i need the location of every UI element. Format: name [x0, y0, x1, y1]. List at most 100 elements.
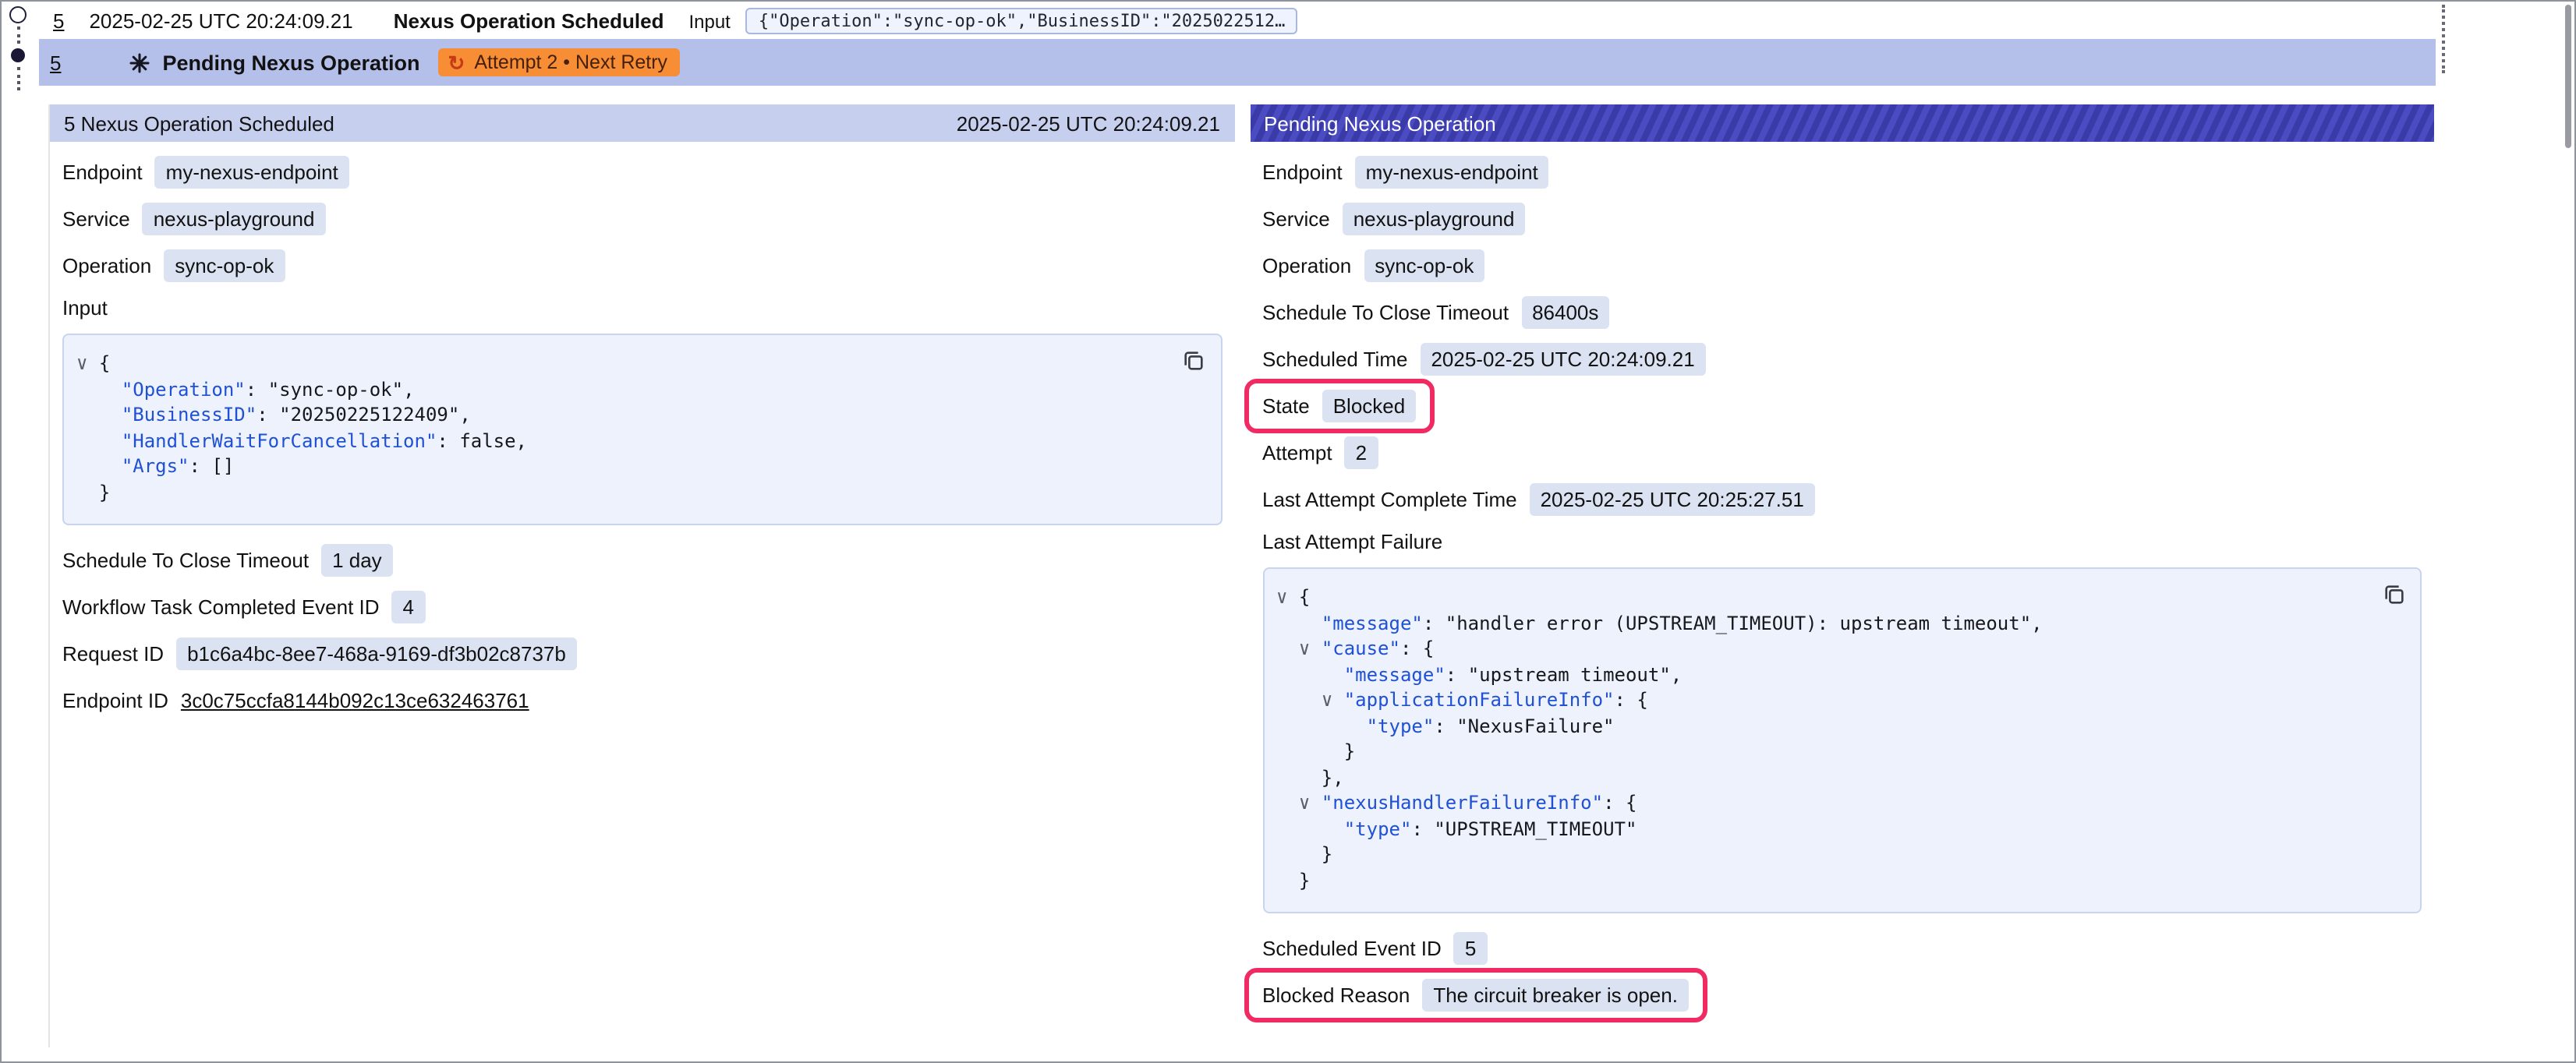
- json-text: [1276, 689, 1322, 711]
- copy-icon: [1182, 348, 1205, 372]
- retry-icon: ↻: [448, 52, 465, 72]
- field-value: sync-op-ok: [164, 249, 285, 282]
- collapse-chevron-icon[interactable]: ∨: [76, 352, 99, 374]
- field-label: Request ID: [62, 642, 164, 666]
- field-scheduled-time: Scheduled Time2025-02-25 UTC 20:24:09.21: [1262, 343, 2422, 376]
- collapse-chevron-icon[interactable]: ∨: [1322, 689, 1344, 711]
- event-timestamp: 2025-02-25 UTC 20:24:09.21: [89, 9, 352, 33]
- field-label: Operation: [62, 254, 151, 277]
- event-id-link[interactable]: 5: [50, 51, 61, 74]
- copy-button[interactable]: [1180, 346, 1208, 374]
- timeline-event-dot: [11, 48, 25, 62]
- retry-attempt-badge: ↻ Attempt 2 • Next Retry: [439, 48, 681, 76]
- json-text: "UPSTREAM_TIMEOUT": [1434, 818, 1637, 839]
- json-text: }: [1276, 869, 1310, 891]
- json-text: }: [76, 481, 110, 503]
- field-endpoint: Endpointmy-nexus-endpoint: [62, 156, 1222, 189]
- field-attempt: Attempt 2: [1262, 436, 2422, 469]
- field-label: Schedule To Close Timeout: [1262, 301, 1509, 324]
- event-title: Nexus Operation Scheduled: [394, 9, 664, 33]
- scrollbar[interactable]: [2560, 2, 2574, 1061]
- code-line: ∨ {: [1276, 584, 2376, 610]
- field-service: Servicenexus-playground: [1262, 203, 2422, 235]
- field-label: Schedule To Close Timeout: [62, 549, 309, 572]
- json-key: "Args": [122, 455, 189, 477]
- field-value: 1 day: [321, 544, 393, 577]
- field-label: Scheduled Event ID: [1262, 937, 1442, 960]
- field-value: 2: [1345, 436, 1378, 469]
- timeline-dotted-line: [17, 26, 20, 44]
- field-label: Attempt: [1262, 441, 1332, 464]
- json-text: :: [1411, 818, 1434, 839]
- panel-scheduled-body: Endpointmy-nexus-endpoint Servicenexus-pl…: [50, 142, 1234, 753]
- json-text: :: [1445, 663, 1468, 685]
- json-text: "NexusFailure": [1456, 715, 1614, 736]
- field-label: Endpoint ID: [62, 689, 168, 712]
- failure-section-label: Last Attempt Failure: [1262, 530, 2422, 553]
- code-line: "BusinessID": "20250225122409",: [76, 402, 1177, 428]
- code-line: }: [1276, 739, 2376, 765]
- code-line: ∨ "nexusHandlerFailureInfo": {: [1276, 790, 2376, 816]
- input-json-viewer: ∨ { "Operation": "sync-op-ok", "Business…: [62, 334, 1222, 525]
- field-service: Servicenexus-playground: [62, 203, 1222, 235]
- json-key: "BusinessID": [122, 404, 257, 426]
- json-text: [76, 378, 122, 400]
- field-label: Last Attempt Complete Time: [1262, 488, 1517, 511]
- field-endpoint-id: Endpoint ID 3c0c75ccfa8144b092c13ce632463…: [62, 684, 1222, 717]
- code-line: }: [1276, 842, 2376, 867]
- field-request-id: Request IDb1c6a4bc-8ee7-468a-9169-df3b02…: [62, 637, 1222, 670]
- json-text: {: [1299, 586, 1310, 608]
- event-row-scheduled[interactable]: 5 2025-02-25 UTC 20:24:09.21 Nexus Opera…: [39, 3, 2434, 39]
- panel-pending-body: Endpointmy-nexus-endpoint Servicenexus-pl…: [1250, 142, 2434, 1047]
- field-operation: Operationsync-op-ok: [1262, 249, 2422, 282]
- field-value: Blocked: [1322, 390, 1417, 422]
- field-label: Workflow Task Completed Event ID: [62, 595, 380, 619]
- collapse-chevron-icon[interactable]: ∨: [1276, 586, 1299, 608]
- temporal-event-history-screen: 5 2025-02-25 UTC 20:24:09.21 Nexus Opera…: [0, 0, 2576, 1063]
- json-text: : {: [1603, 792, 1637, 814]
- panel-pending-header: Pending Nexus Operation: [1250, 104, 2434, 142]
- input-preview: {"Operation":"sync-op-ok","BusinessID":"…: [746, 8, 1298, 34]
- json-text: []: [211, 455, 234, 477]
- json-text: "sync-op-ok",: [268, 378, 415, 400]
- field-value: 2025-02-25 UTC 20:24:09.21: [1420, 343, 1705, 376]
- code-line: "type": "NexusFailure": [1276, 713, 2376, 739]
- json-key: "cause": [1322, 637, 1400, 659]
- field-value[interactable]: 3c0c75ccfa8144b092c13ce632463761: [181, 689, 529, 712]
- failure-json-viewer: ∨ { "message": "handler error (UPSTREAM_…: [1262, 567, 2422, 913]
- collapse-chevron-icon[interactable]: ∨: [1299, 792, 1322, 814]
- code-line: ∨ "applicationFailureInfo": {: [1276, 687, 2376, 713]
- timeline-rail: [2, 2, 39, 101]
- timeline-rail-right: [2442, 5, 2445, 73]
- field-label: Blocked Reason: [1262, 984, 1410, 1007]
- event-id-link[interactable]: 5: [53, 9, 64, 33]
- field-value: sync-op-ok: [1364, 249, 1484, 282]
- json-key: "nexusHandlerFailureInfo": [1322, 792, 1603, 814]
- pending-asterisk-icon: [129, 52, 150, 72]
- field-value: 2025-02-25 UTC 20:25:27.51: [1530, 483, 1815, 516]
- json-text: "handler error (UPSTREAM_TIMEOUT): upstr…: [1445, 612, 2043, 634]
- json-text: [1276, 818, 1344, 839]
- code-line: ∨ {: [76, 351, 1177, 376]
- collapse-chevron-icon[interactable]: ∨: [1299, 637, 1322, 659]
- scrollbar-thumb[interactable]: [2565, 5, 2571, 148]
- json-text: :: [189, 455, 212, 477]
- json-text: :: [246, 378, 268, 400]
- field-value: nexus-playground: [1343, 203, 1526, 235]
- json-key: "Operation": [122, 378, 246, 400]
- field-label: State: [1262, 394, 1310, 418]
- field-schedule-to-close-timeout: Schedule To Close Timeout 1 day: [62, 544, 1222, 577]
- field-endpoint: Endpointmy-nexus-endpoint: [1262, 156, 2422, 189]
- json-text: }: [1276, 843, 1332, 865]
- field-scheduled-event-id: Scheduled Event ID5: [1262, 932, 2422, 965]
- field-value: nexus-playground: [143, 203, 326, 235]
- field-label: Endpoint: [1262, 161, 1343, 184]
- code-line: }: [1276, 867, 2376, 893]
- event-row-pending[interactable]: 5 Pending Nexus Operation ↻ Attempt 2 • …: [39, 39, 2436, 86]
- copy-icon: [2382, 582, 2405, 606]
- json-text: [1276, 663, 1344, 685]
- pending-event-title: Pending Nexus Operation: [162, 51, 419, 74]
- code-line: "message": "handler error (UPSTREAM_TIME…: [1276, 610, 2376, 636]
- json-text: },: [1276, 766, 1344, 788]
- copy-button[interactable]: [2380, 580, 2408, 608]
